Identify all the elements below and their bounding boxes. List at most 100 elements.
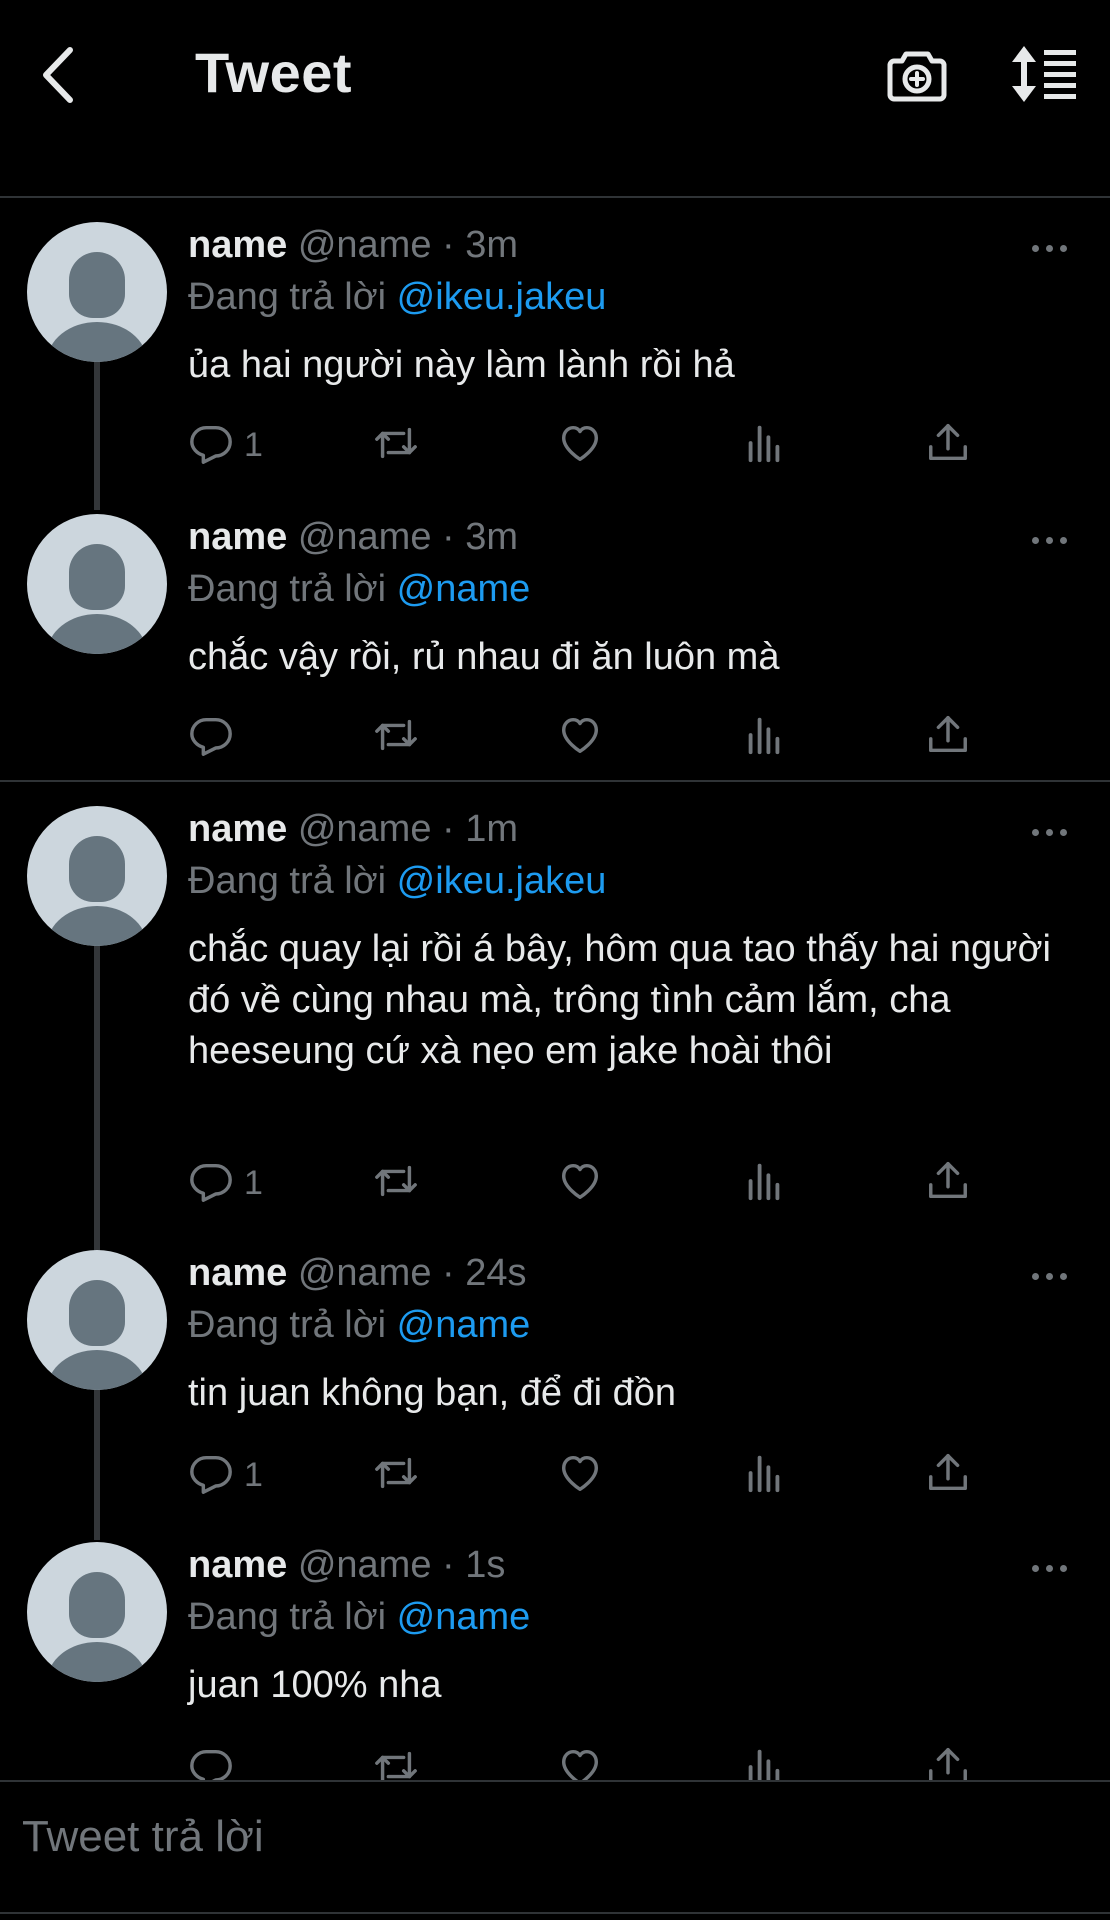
replying-to: Đang trả lời @name	[188, 1304, 530, 1347]
reply-icon	[188, 420, 234, 466]
retweet-button[interactable]	[373, 1158, 419, 1206]
reply-button[interactable]: 1	[188, 1450, 263, 1498]
share-icon	[925, 1450, 971, 1496]
tweet-text: tin juan không bạn, để đi đồn	[188, 1372, 677, 1414]
views-button[interactable]	[741, 712, 787, 760]
avatar[interactable]	[27, 222, 167, 362]
back-arrow-icon	[43, 47, 73, 103]
share-icon	[925, 420, 971, 466]
retweet-icon	[373, 1158, 419, 1204]
tweet-actions: 1	[0, 1158, 1110, 1208]
avatar[interactable]	[27, 1542, 167, 1682]
display-name[interactable]: name	[188, 808, 287, 850]
camera-plus-icon	[887, 51, 947, 102]
avatar[interactable]	[27, 1250, 167, 1390]
mention-link[interactable]: @name	[397, 568, 531, 610]
views-button[interactable]	[741, 420, 787, 468]
more-button[interactable]	[1032, 530, 1076, 550]
like-icon	[557, 1450, 603, 1496]
user-handle: @name	[297, 1252, 432, 1294]
replying-to: Đang trả lời @name	[188, 1596, 530, 1639]
reply-button[interactable]: 1	[188, 420, 263, 468]
reply-button[interactable]: 1	[188, 1158, 263, 1206]
tweet-meta: name @name · 3m	[188, 516, 518, 559]
tweet-text: ủa hai người này làm lành rồi hả	[188, 344, 735, 386]
share-button[interactable]	[925, 712, 971, 760]
divider	[0, 196, 1110, 198]
like-icon	[557, 420, 603, 466]
tweet-actions	[0, 712, 1110, 762]
back-button[interactable]	[36, 42, 86, 108]
replying-to: Đang trả lời @name	[188, 568, 530, 611]
reply-count: 1	[244, 1456, 263, 1494]
timestamp: · 24s	[442, 1252, 527, 1294]
like-icon	[557, 712, 603, 758]
replying-to: Đang trả lời @ikeu.jakeu	[188, 276, 606, 319]
retweet-icon	[373, 420, 419, 466]
views-icon	[741, 1158, 787, 1204]
more-button[interactable]	[1032, 238, 1076, 258]
retweet-icon	[373, 1450, 419, 1496]
tweet-meta: name @name · 1m	[188, 808, 518, 851]
user-handle: @name	[297, 224, 432, 266]
user-handle: @name	[297, 516, 432, 558]
sort-button[interactable]	[1010, 44, 1080, 104]
user-handle: @name	[297, 1544, 432, 1586]
reply-count: 1	[244, 1164, 263, 1202]
like-button[interactable]	[557, 1158, 603, 1206]
replying-to-label: Đang trả lời	[188, 276, 387, 318]
more-button[interactable]	[1032, 822, 1076, 842]
tweet-actions: 1	[0, 1450, 1110, 1500]
retweet-icon	[373, 712, 419, 758]
share-button[interactable]	[925, 1158, 971, 1206]
timestamp: · 1s	[442, 1544, 506, 1586]
tweet-meta: name @name · 24s	[188, 1252, 527, 1295]
share-icon	[925, 712, 971, 758]
reply-icon	[188, 1450, 234, 1496]
replying-to-label: Đang trả lời	[188, 568, 387, 610]
retweet-button[interactable]	[373, 420, 419, 468]
mention-link[interactable]: @ikeu.jakeu	[397, 276, 607, 318]
like-button[interactable]	[557, 420, 603, 468]
app-header: Tweet	[0, 0, 1110, 150]
retweet-button[interactable]	[373, 1450, 419, 1498]
retweet-button[interactable]	[373, 712, 419, 760]
views-icon	[741, 1450, 787, 1496]
tweet-text: juan 100% nha	[188, 1664, 442, 1706]
more-button[interactable]	[1032, 1266, 1076, 1286]
display-name[interactable]: name	[188, 224, 287, 266]
tweet-text: chắc vậy rồi, rủ nhau đi ăn luôn mà	[188, 636, 780, 678]
like-button[interactable]	[557, 1450, 603, 1498]
timestamp: · 3m	[442, 224, 519, 266]
mention-link[interactable]: @name	[397, 1596, 531, 1638]
share-button[interactable]	[925, 1450, 971, 1498]
avatar[interactable]	[27, 806, 167, 946]
views-button[interactable]	[741, 1158, 787, 1206]
replying-to-label: Đang trả lời	[188, 1596, 387, 1638]
more-button[interactable]	[1032, 1558, 1076, 1578]
divider	[0, 1912, 1110, 1914]
views-icon	[741, 712, 787, 758]
share-button[interactable]	[925, 420, 971, 468]
mention-link[interactable]: @ikeu.jakeu	[397, 860, 607, 902]
views-button[interactable]	[741, 1450, 787, 1498]
reply-input[interactable]: Tweet trả lời	[22, 1812, 264, 1862]
page-title: Tweet	[195, 41, 353, 104]
display-name[interactable]: name	[188, 1252, 287, 1294]
avatar[interactable]	[27, 514, 167, 654]
user-handle: @name	[297, 808, 432, 850]
display-name[interactable]: name	[188, 516, 287, 558]
tweet-actions: 1	[0, 420, 1110, 470]
display-name[interactable]: name	[188, 1544, 287, 1586]
reply-button[interactable]	[188, 712, 234, 760]
like-button[interactable]	[557, 712, 603, 760]
replying-to-label: Đang trả lời	[188, 860, 387, 902]
timestamp: · 3m	[442, 516, 519, 558]
reply-count: 1	[244, 426, 263, 464]
timestamp: · 1m	[442, 808, 519, 850]
tweet-meta: name @name · 1s	[188, 1544, 505, 1587]
share-icon	[925, 1158, 971, 1204]
camera-button[interactable]	[886, 44, 948, 106]
reply-icon	[188, 1158, 234, 1204]
mention-link[interactable]: @name	[397, 1304, 531, 1346]
